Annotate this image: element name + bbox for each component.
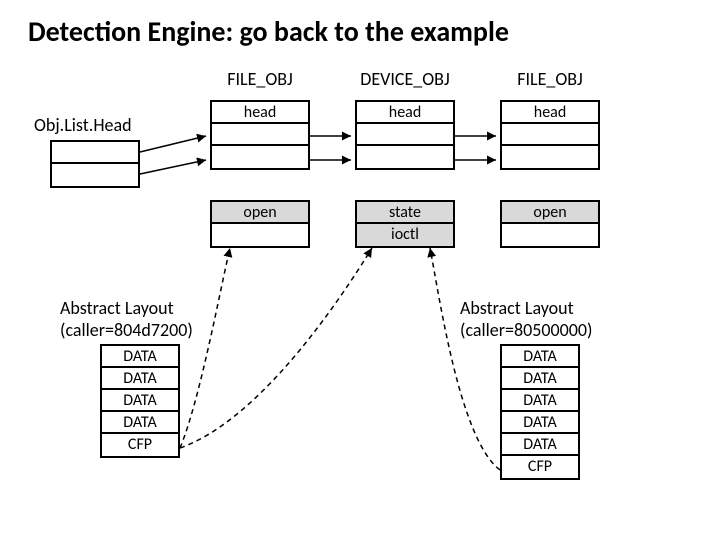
- abstract-left-box: DATA DATA DATA DATA CFP: [100, 344, 180, 458]
- op-cell: [212, 224, 308, 246]
- head-cell: head: [357, 102, 453, 124]
- abstract-left-caption2: (caller=804d7200): [60, 319, 193, 341]
- op-box-left: open: [210, 200, 310, 248]
- data-row: DATA: [102, 412, 178, 434]
- data-row: DATA: [102, 368, 178, 390]
- head-cell: [502, 124, 598, 146]
- col-label-left: FILE_OBJ: [210, 68, 310, 90]
- col-label-mid: DEVICE_OBJ: [350, 68, 460, 90]
- head-box-mid: head: [355, 100, 455, 170]
- op-cell: ioctl: [357, 224, 453, 246]
- head-cell: head: [502, 102, 598, 124]
- objlist-cell: [52, 142, 138, 164]
- abstract-left-caption: Abstract Layout (caller=804d7200): [60, 298, 193, 341]
- abstract-left-caption1: Abstract Layout: [60, 297, 174, 319]
- data-row: CFP: [102, 434, 178, 456]
- page-title: Detection Engine: go back to the example: [28, 14, 509, 49]
- data-row: DATA: [102, 346, 178, 368]
- op-cell: open: [502, 202, 598, 224]
- data-row: DATA: [102, 390, 178, 412]
- data-row: DATA: [502, 412, 578, 434]
- abstract-right-caption2: (caller=80500000): [460, 319, 592, 341]
- head-cell: [212, 146, 308, 168]
- op-cell: state: [357, 202, 453, 224]
- head-cell: [357, 146, 453, 168]
- op-box-right: open: [500, 200, 600, 248]
- col-label-right: FILE_OBJ: [500, 68, 600, 90]
- data-row: DATA: [502, 346, 578, 368]
- objlist-box: [50, 140, 140, 188]
- data-row: DATA: [502, 434, 578, 456]
- head-cell: [212, 124, 308, 146]
- head-cell: [357, 124, 453, 146]
- data-row: DATA: [502, 368, 578, 390]
- abstract-right-caption1: Abstract Layout: [460, 297, 574, 319]
- abstract-right-box: DATA DATA DATA DATA DATA CFP: [500, 344, 580, 480]
- objlist-cell: [52, 164, 138, 186]
- abstract-right-caption: Abstract Layout (caller=80500000): [460, 298, 592, 341]
- head-cell: head: [212, 102, 308, 124]
- head-box-left: head: [210, 100, 310, 170]
- row-label: Obj.List.Head: [34, 114, 132, 136]
- data-row: CFP: [502, 456, 578, 478]
- head-cell: [502, 146, 598, 168]
- head-box-right: head: [500, 100, 600, 170]
- op-cell: open: [212, 202, 308, 224]
- op-cell: [502, 224, 598, 246]
- op-box-mid: state ioctl: [355, 200, 455, 248]
- data-row: DATA: [502, 390, 578, 412]
